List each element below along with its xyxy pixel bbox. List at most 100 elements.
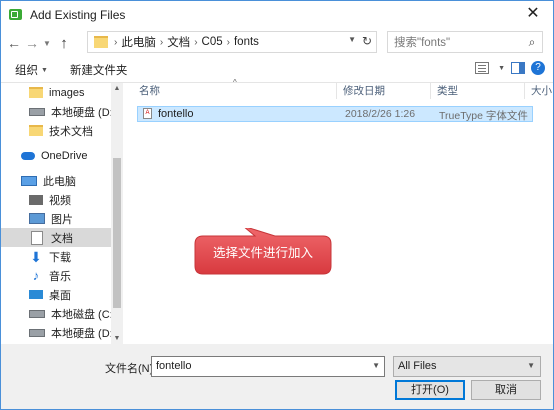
filename-input[interactable]: fontello ▼: [151, 356, 385, 377]
folder-icon: [94, 36, 108, 48]
browser-area: images 本地硬盘 (D:) 技术文档 OneDrive 此电脑 视频 图片…: [1, 78, 553, 345]
column-header-type[interactable]: 类型: [431, 83, 525, 99]
address-dropdown-icon[interactable]: ▼: [348, 35, 356, 44]
cloud-icon: [21, 151, 35, 160]
drive-icon: [29, 328, 45, 337]
sidebar-item-pictures[interactable]: 图片: [1, 209, 123, 228]
pictures-icon: [29, 213, 45, 224]
drive-icon: [29, 309, 45, 318]
sidebar-item-label: 桌面: [49, 289, 71, 302]
document-icon: [31, 230, 43, 245]
sidebar-item-label: 本地硬盘 (D:): [51, 327, 117, 340]
file-type-value[interactable]: All Files: [398, 360, 437, 372]
column-header-row: ^ 名称 修改日期 类型 大小: [133, 78, 553, 99]
file-list: ^ 名称 修改日期 类型 大小 A fontello 2018/2/26 1:2…: [133, 78, 553, 345]
breadcrumb-this-pc[interactable]: 此电脑: [121, 34, 156, 50]
view-controls: ▼ ?: [475, 61, 545, 75]
close-button[interactable]: ✕: [523, 4, 543, 24]
column-header-date[interactable]: 修改日期: [337, 83, 431, 99]
preview-pane-icon[interactable]: [511, 62, 525, 74]
add-existing-files-dialog: Add Existing Files ✕ ← → ▼ ↑ › 此电脑 › 文档 …: [0, 0, 554, 410]
open-button[interactable]: 打开(O): [395, 380, 465, 400]
file-date: 2018/2/26 1:26: [345, 108, 416, 120]
navigation-bar: ← → ▼ ↑ › 此电脑 › 文档 › C05 › fonts ▼ ↻ 搜索"…: [1, 28, 553, 58]
title-bar: Add Existing Files ✕: [1, 1, 553, 28]
sidebar-item-label: 下载: [49, 251, 71, 264]
filename-value[interactable]: fontello: [156, 360, 191, 372]
visual-studio-icon: [9, 9, 22, 20]
sidebar-item-drive-d[interactable]: 本地硬盘 (D:): [1, 102, 123, 121]
filename-dropdown-icon[interactable]: ▼: [372, 361, 380, 370]
column-header-size[interactable]: 大小: [525, 83, 553, 99]
video-icon: [29, 194, 43, 205]
file-name: fontello: [158, 108, 194, 120]
file-type-select[interactable]: All Files ▼: [393, 356, 541, 377]
folder-icon: [29, 125, 43, 136]
scroll-up-icon[interactable]: ▲: [111, 83, 123, 95]
sidebar-item-documents[interactable]: 文档: [1, 228, 123, 247]
sidebar-item-label: 音乐: [49, 270, 71, 283]
cancel-button[interactable]: 取消: [471, 380, 541, 400]
sidebar-item-label: 图片: [51, 213, 73, 226]
sidebar-item-this-pc[interactable]: 此电脑: [1, 171, 123, 190]
sidebar-item-label: 技术文档: [49, 125, 93, 138]
navigation-pane: images 本地硬盘 (D:) 技术文档 OneDrive 此电脑 视频 图片…: [1, 83, 123, 345]
bottom-panel: 文件名(N): fontello ▼ All Files ▼ 打开(O) 取消: [1, 344, 553, 409]
download-icon: ⬇: [30, 248, 42, 265]
sidebar-item-drive-c[interactable]: 本地磁盘 (C:): [1, 304, 123, 323]
chevron-right-icon[interactable]: ›: [194, 37, 197, 48]
font-file-icon: A: [143, 108, 152, 119]
sidebar-item-label: 本地硬盘 (D:): [51, 106, 117, 119]
search-icon[interactable]: ⌕: [522, 35, 542, 50]
organize-button[interactable]: 组织: [15, 62, 38, 78]
computer-icon: [21, 175, 37, 186]
back-arrow-icon[interactable]: ←: [5, 35, 23, 51]
command-bar: 组织 ▼ 新建文件夹 ▼ ?: [1, 58, 553, 83]
scrollbar-thumb[interactable]: [113, 158, 121, 308]
window-title: Add Existing Files: [30, 7, 126, 22]
desktop-icon: [29, 290, 43, 299]
sidebar-item-label: images: [49, 86, 85, 99]
sidebar-item-label: 文档: [51, 232, 73, 245]
help-icon[interactable]: ?: [531, 61, 545, 75]
sidebar-item-label: 此电脑: [43, 175, 76, 188]
search-input[interactable]: 搜索"fonts": [394, 34, 522, 50]
refresh-icon[interactable]: ↻: [362, 34, 372, 48]
table-row[interactable]: A fontello 2018/2/26 1:26 TrueType 字体文件: [137, 106, 533, 122]
drive-icon: [29, 107, 45, 116]
breadcrumb-documents[interactable]: 文档: [167, 34, 190, 50]
organize-chevron-icon[interactable]: ▼: [41, 67, 48, 74]
sidebar-item-label: 本地磁盘 (C:): [51, 308, 117, 321]
chevron-right-icon[interactable]: ›: [160, 37, 163, 48]
address-bar[interactable]: › 此电脑 › 文档 › C05 › fonts ▼ ↻: [87, 31, 377, 53]
new-folder-button[interactable]: 新建文件夹: [70, 62, 128, 78]
sidebar-scrollbar[interactable]: ▲ ▼: [111, 83, 123, 345]
music-icon: ♪: [32, 267, 40, 283]
sidebar-item-music[interactable]: ♪ 音乐: [1, 266, 123, 285]
sidebar-item-images[interactable]: images: [1, 83, 123, 102]
chevron-right-icon[interactable]: ›: [227, 37, 230, 48]
annotation-callout: 选择文件进行加入: [191, 228, 335, 278]
forward-arrow-icon[interactable]: →: [23, 35, 41, 51]
file-type: TrueType 字体文件: [439, 110, 528, 122]
sidebar-item-videos[interactable]: 视频: [1, 190, 123, 209]
sidebar-item-desktop[interactable]: 桌面: [1, 285, 123, 304]
sidebar-item-tech-docs[interactable]: 技术文档: [1, 121, 123, 140]
chevron-down-icon[interactable]: ▼: [527, 361, 535, 370]
folder-icon: [29, 87, 43, 98]
search-box[interactable]: 搜索"fonts" ⌕: [387, 31, 543, 53]
sidebar-item-downloads[interactable]: ⬇ 下载: [1, 247, 123, 266]
sidebar-item-onedrive[interactable]: OneDrive: [1, 146, 123, 165]
column-header-name[interactable]: 名称: [133, 83, 337, 99]
breadcrumb-fonts[interactable]: fonts: [234, 36, 259, 48]
sidebar-item-label: OneDrive: [41, 149, 88, 162]
filename-label: 文件名(N):: [105, 363, 157, 375]
recent-locations-chevron-icon[interactable]: ▼: [41, 39, 53, 48]
chevron-right-icon[interactable]: ›: [114, 37, 117, 48]
breadcrumb-c05[interactable]: C05: [202, 36, 223, 48]
view-options-icon[interactable]: [475, 62, 490, 74]
sidebar-item-drive-d-2[interactable]: 本地硬盘 (D:): [1, 323, 123, 342]
view-options-chevron-icon[interactable]: ▼: [498, 65, 505, 72]
callout-text: 选择文件进行加入: [212, 246, 313, 260]
up-arrow-icon[interactable]: ↑: [55, 35, 73, 52]
